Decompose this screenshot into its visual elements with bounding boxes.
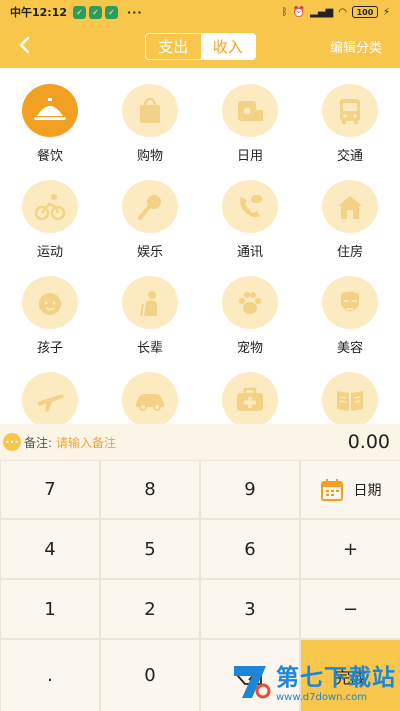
category-label: 日用 — [236, 149, 263, 164]
book-icon — [322, 372, 378, 424]
elder-icon — [122, 276, 178, 329]
shield-app-icon: ✓ — [73, 5, 87, 19]
tab-income[interactable]: 收入 — [200, 34, 255, 59]
microphone-icon — [122, 180, 178, 233]
category-education[interactable] — [300, 356, 400, 424]
category-label: 长辈 — [136, 341, 163, 356]
date-button[interactable]: 日期 — [301, 461, 400, 518]
category-label: 餐饮 — [36, 149, 63, 164]
category-beauty[interactable]: 美容 — [300, 260, 400, 356]
status-bar: 中午12:12 ✓ ✓ ✓ ··· ᛒ ⏰ ▂▄▆ ◠ 100 ⚡ — [0, 0, 400, 24]
category-medical[interactable] — [200, 356, 300, 424]
key-5[interactable]: 5 — [101, 520, 199, 578]
battery-icon: 100 — [351, 6, 378, 18]
medical-kit-icon — [222, 372, 278, 424]
alarm-icon: ⏰ — [292, 6, 306, 18]
back-arrow-icon[interactable] — [14, 34, 36, 56]
key-7[interactable]: 7 — [1, 461, 99, 518]
status-time: 中午12:12 — [10, 6, 68, 19]
key-4[interactable]: 4 — [1, 520, 99, 578]
category-label: 运动 — [36, 245, 63, 260]
category-label: 购物 — [136, 149, 163, 164]
top-bar: 中午12:12 ✓ ✓ ✓ ··· ᛒ ⏰ ▂▄▆ ◠ 100 ⚡ 支出 收入 … — [0, 0, 400, 68]
key-3[interactable]: 3 — [201, 580, 299, 638]
tab-expense[interactable]: 支出 — [146, 34, 201, 59]
category-label: 美容 — [336, 341, 363, 356]
paw-icon — [222, 276, 278, 329]
wifi-icon: ◠ — [338, 6, 347, 18]
category-label: 交通 — [336, 149, 363, 164]
category-label: 娱乐 — [136, 245, 163, 260]
header: 支出 收入 编辑分类 — [0, 24, 400, 68]
watermark-logo-icon — [234, 665, 271, 698]
category-transport[interactable]: 交通 — [300, 68, 400, 164]
note-input[interactable]: 请输入备注 — [56, 434, 116, 451]
key-8[interactable]: 8 — [101, 461, 199, 518]
category-car[interactable] — [100, 356, 200, 424]
category-sports[interactable]: 运动 — [0, 164, 100, 260]
note-label: 备注: — [24, 435, 53, 450]
key-2[interactable]: 2 — [101, 580, 199, 638]
shield-app-icon: ✓ — [105, 5, 119, 19]
signal-icon: ▂▄▆ — [310, 6, 334, 18]
category-label: 通讯 — [236, 245, 263, 260]
category-elders[interactable]: 长辈 — [100, 260, 200, 356]
plus-key[interactable]: + — [301, 520, 400, 578]
cycling-icon — [22, 180, 78, 233]
airplane-icon — [22, 372, 78, 424]
dining-cloche-icon — [22, 84, 78, 137]
car-icon — [122, 372, 178, 424]
date-label: 日期 — [353, 482, 382, 499]
category-children[interactable]: 孩子 — [0, 260, 100, 356]
type-switch: 支出 收入 — [145, 33, 256, 60]
comment-icon: ••• — [3, 433, 21, 451]
bluetooth-icon: ᛒ — [281, 6, 288, 18]
watermark-url: www.d7down.com — [276, 692, 368, 703]
category-grid: 餐饮 购物 日用 交通 运动 娱乐 通讯 住房 孩子 长辈 宠物 美容 — [0, 68, 400, 424]
category-entertainment[interactable]: 娱乐 — [100, 164, 200, 260]
category-label: 住房 — [336, 245, 363, 260]
category-daily[interactable]: 日用 — [200, 68, 300, 164]
category-label: 宠物 — [236, 341, 263, 356]
decimal-key[interactable]: . — [1, 640, 99, 711]
category-communication[interactable]: 通讯 — [200, 164, 300, 260]
edit-categories-button[interactable]: 编辑分类 — [330, 37, 382, 56]
watermark: 第七下载站 www.d7down.com — [230, 650, 400, 711]
status-right: ᛒ ⏰ ▂▄▆ ◠ 100 ⚡ — [282, 6, 390, 18]
amount-display: 0.00 — [347, 431, 390, 453]
house-icon — [322, 180, 378, 233]
key-0[interactable]: 0 — [101, 640, 199, 711]
child-face-icon — [22, 276, 78, 329]
category-dining[interactable]: 餐饮 — [0, 68, 100, 164]
category-housing[interactable]: 住房 — [300, 164, 400, 260]
watermark-title: 第七下载站 — [276, 665, 396, 691]
tissue-roll-icon — [222, 84, 278, 137]
key-1[interactable]: 1 — [1, 580, 99, 638]
key-6[interactable]: 6 — [201, 520, 299, 578]
phone-icon — [222, 180, 278, 233]
bus-icon — [322, 84, 378, 137]
shopping-bag-icon — [122, 84, 178, 137]
shield-app-icon: ✓ — [89, 5, 103, 19]
charging-icon: ⚡ — [382, 6, 390, 18]
key-9[interactable]: 9 — [201, 461, 299, 518]
face-mask-icon — [322, 276, 378, 329]
category-label: 孩子 — [36, 341, 63, 356]
category-pets[interactable]: 宠物 — [200, 260, 300, 356]
category-travel[interactable] — [0, 356, 100, 424]
category-shopping[interactable]: 购物 — [100, 68, 200, 164]
note-bar: ••• 备注: 请输入备注 0.00 — [0, 424, 400, 460]
more-notifications: ··· — [127, 5, 143, 19]
calendar-icon — [320, 478, 343, 501]
minus-key[interactable]: − — [301, 580, 400, 638]
